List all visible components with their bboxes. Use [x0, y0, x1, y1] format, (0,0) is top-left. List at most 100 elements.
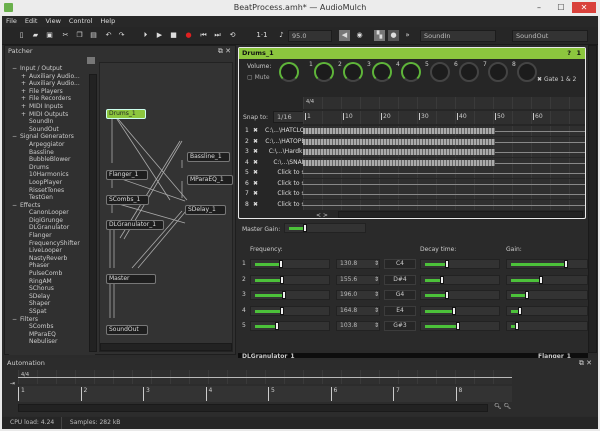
new-file-icon[interactable]: ▯	[16, 30, 27, 41]
tree-item[interactable]: Arpeggiator	[9, 141, 95, 149]
sequencer-scrollbar[interactable]	[338, 211, 583, 218]
tree-item[interactable]: DigiGrunge	[9, 217, 95, 225]
decay-slider[interactable]	[420, 321, 500, 331]
node-scombs[interactable]: SCombs_1	[106, 195, 149, 205]
save-icon[interactable]: ▣	[44, 30, 55, 41]
float-close-icon[interactable]: ⧉ ✕	[218, 47, 231, 56]
nav-arrows[interactable]: < >	[316, 212, 328, 219]
menu-help[interactable]: Help	[96, 16, 119, 27]
tree-item[interactable]: + Auxiliary Audio...	[9, 80, 95, 88]
tree-item[interactable]: + Auxiliary Audio...	[9, 73, 95, 81]
tree-item[interactable]: PulseComb	[9, 270, 95, 278]
patch-view-icon[interactable]: ▚	[374, 30, 385, 41]
tree-item[interactable]: SoundIn	[9, 118, 95, 126]
tree-item[interactable]: − Filters	[9, 316, 95, 324]
slider-thumb[interactable]	[514, 322, 519, 330]
channel-knob[interactable]	[459, 62, 479, 82]
tree-marker[interactable]: +	[21, 73, 29, 81]
frequency-slider[interactable]	[250, 274, 330, 285]
channel-knob[interactable]	[314, 62, 334, 82]
gain-slider[interactable]	[506, 259, 588, 269]
redo-icon[interactable]: ↷	[116, 30, 127, 41]
tree-item[interactable]: + File Recorders	[9, 95, 95, 103]
float-close-icon[interactable]: ⧉ ✕	[579, 359, 592, 368]
node-flanger[interactable]: Flanger_1	[106, 170, 148, 180]
tree-marker[interactable]: +	[21, 103, 29, 111]
tree-item[interactable]: TestGen	[9, 194, 95, 202]
tree-item[interactable]: BubbleBlower	[9, 156, 95, 164]
tree-item[interactable]: RissetTones	[9, 187, 95, 195]
copy-icon[interactable]: ❐	[74, 30, 85, 41]
channel-knob[interactable]	[401, 62, 421, 82]
track-steps[interactable]	[303, 136, 585, 147]
node-drums[interactable]: Drums_1	[106, 109, 146, 119]
tree-item[interactable]: NastyReverb	[9, 255, 95, 263]
skip-forward-icon[interactable]: ⏭	[212, 30, 223, 41]
gate-checkbox[interactable]: ✖ Gate 1 & 2	[537, 76, 576, 83]
slider-thumb[interactable]	[445, 291, 450, 299]
track-enable-icon[interactable]: ✖	[253, 147, 258, 158]
tree-item[interactable]: SCombs	[9, 323, 95, 331]
track-steps[interactable]	[303, 157, 585, 168]
skip-back-icon[interactable]: ⏮	[198, 30, 209, 41]
slider-thumb[interactable]	[275, 322, 280, 330]
tree-pin-icon[interactable]	[87, 57, 95, 64]
tree-marker[interactable]: −	[12, 65, 20, 73]
loop-icon[interactable]: ⟲	[227, 30, 238, 41]
tree-item[interactable]: SDelay	[9, 293, 95, 301]
gain-slider[interactable]	[506, 290, 588, 300]
more-icon[interactable]: »	[402, 30, 413, 41]
tree-item[interactable]: DLGranulator	[9, 224, 95, 232]
tree-item[interactable]: LiveLooper	[9, 247, 95, 255]
cut-icon[interactable]: ✂	[60, 30, 71, 41]
decay-slider[interactable]	[420, 305, 500, 316]
track-enable-icon[interactable]: ✖	[253, 179, 258, 190]
channel-knob[interactable]	[343, 62, 363, 82]
expand-icon[interactable]: ⇥	[10, 380, 15, 387]
menu-edit[interactable]: Edit	[21, 16, 42, 27]
paste-icon[interactable]: ▤	[88, 30, 99, 41]
tree-item[interactable]: + MIDI Inputs	[9, 103, 95, 111]
spin-icon[interactable]: ⇕	[374, 291, 379, 298]
tree-item[interactable]: MParaEQ	[9, 331, 95, 339]
minimize-button[interactable]: –	[530, 2, 548, 13]
record-view-icon[interactable]: ●	[388, 30, 399, 41]
node-sdelay[interactable]: SDelay_1	[185, 205, 226, 215]
tree-item[interactable]: + MIDI Outputs	[9, 111, 95, 119]
channel-knob[interactable]	[430, 62, 450, 82]
maximize-button[interactable]: ☐	[552, 2, 570, 13]
menu-file[interactable]: File	[2, 16, 21, 27]
slider-thumb[interactable]	[539, 275, 543, 284]
tree-item[interactable]: SSpat	[9, 308, 95, 316]
tree-item[interactable]: + File Players	[9, 88, 95, 96]
track-enable-icon[interactable]: ✖	[253, 126, 258, 137]
decay-slider[interactable]	[420, 274, 500, 285]
play-icon[interactable]: ▶	[154, 30, 165, 41]
tree-item[interactable]: RingAM	[9, 278, 95, 286]
spin-icon[interactable]: ⇕	[374, 307, 379, 314]
slider-thumb[interactable]	[439, 275, 444, 284]
node-dlgranulator[interactable]: DLGranulator_1	[106, 220, 164, 230]
tree-marker[interactable]: −	[12, 133, 20, 141]
node-master[interactable]: Master	[106, 274, 156, 284]
slider-thumb[interactable]	[280, 275, 285, 284]
slider-thumb[interactable]	[280, 306, 285, 315]
node-soundout[interactable]: SoundOut	[106, 325, 148, 335]
tree-marker[interactable]: +	[21, 111, 29, 119]
tree-scrollbar[interactable]	[89, 74, 97, 352]
tree-item[interactable]: SoundOut	[9, 126, 95, 134]
slider-thumb[interactable]	[282, 291, 287, 299]
panels-scrollbar[interactable]	[588, 45, 597, 353]
master-gain-slider[interactable]	[284, 223, 366, 233]
track-steps[interactable]	[303, 199, 585, 210]
spin-icon[interactable]: ⇕	[374, 322, 379, 329]
slider-thumb[interactable]	[303, 224, 307, 232]
track-steps[interactable]	[303, 189, 585, 199]
slider-thumb[interactable]	[525, 291, 529, 299]
tempo-field[interactable]: 95.0	[288, 30, 332, 42]
track-enable-icon[interactable]: ✖	[253, 137, 258, 148]
tree-item[interactable]: SChorus	[9, 285, 95, 293]
tree-marker[interactable]: +	[21, 95, 29, 103]
decay-slider[interactable]	[420, 259, 500, 269]
channel-knob[interactable]	[372, 62, 392, 82]
